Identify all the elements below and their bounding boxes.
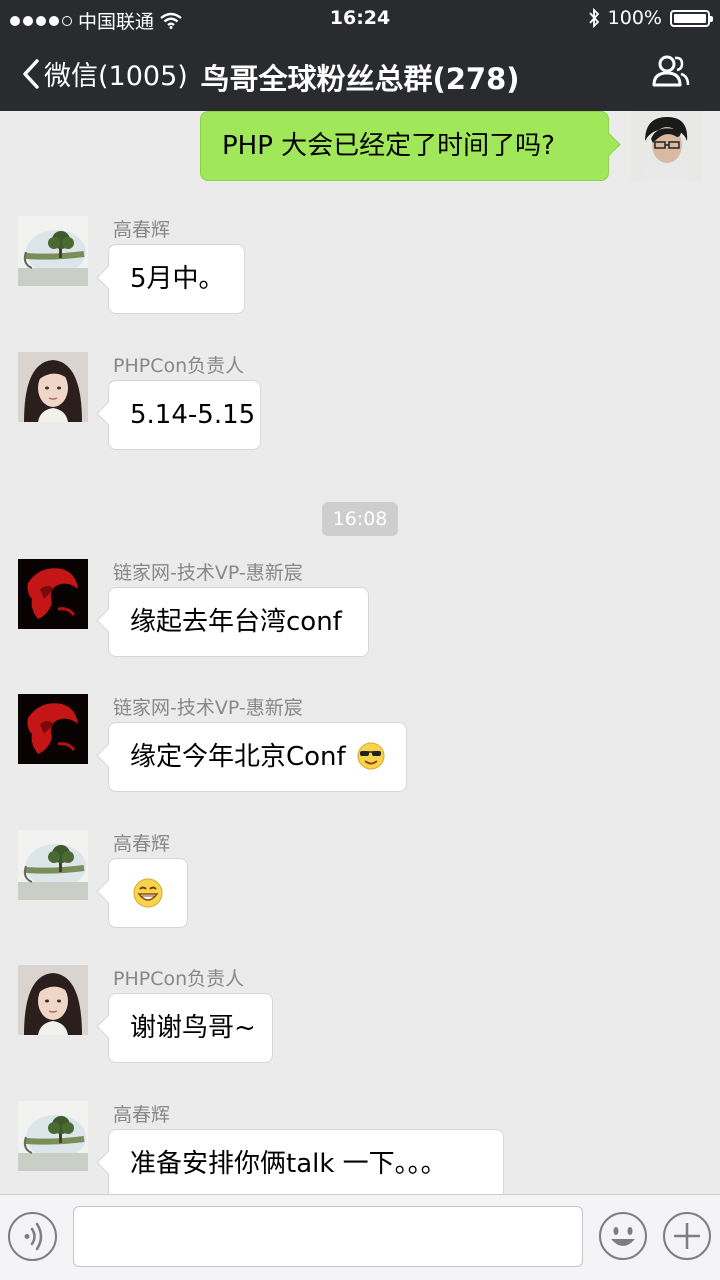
sender-name: 高春辉 xyxy=(113,833,171,855)
voice-button[interactable] xyxy=(8,1212,57,1261)
message-bubble[interactable]: 谢谢鸟哥~ xyxy=(108,993,273,1063)
avatar[interactable] xyxy=(631,111,701,181)
chat-title: 鸟哥全球粉丝总群(278) xyxy=(200,62,520,96)
battery-icon xyxy=(670,9,713,27)
message-bubble[interactable]: 5.14-5.15 xyxy=(108,380,261,450)
avatar[interactable] xyxy=(18,352,88,422)
avatar[interactable] xyxy=(18,216,88,286)
bluetooth-icon xyxy=(588,8,599,28)
message-text: 缘定今年北京Conf xyxy=(130,742,346,772)
avatar[interactable] xyxy=(18,559,88,629)
avatar[interactable] xyxy=(18,830,88,900)
battery-percent: 100% xyxy=(607,7,662,29)
message-bubble[interactable]: 5月中。 xyxy=(108,244,245,314)
avatar[interactable] xyxy=(18,1101,88,1171)
message-text: 准备安排你俩talk 一下。。。 xyxy=(130,1149,447,1179)
message-text: 缘起去年台湾conf xyxy=(130,607,342,637)
my-message-bubble[interactable]: PHP 大会已经定了时间了吗? xyxy=(200,111,609,181)
battery-fill xyxy=(674,13,706,23)
grin-emoji-icon xyxy=(133,878,163,908)
message-input[interactable] xyxy=(73,1206,583,1267)
message-text: 5.14-5.15 xyxy=(130,400,256,430)
sender-name: PHPCon负责人 xyxy=(113,968,245,990)
emoji-icon[interactable] xyxy=(598,1211,648,1261)
sender-name: 高春辉 xyxy=(113,1104,171,1126)
sender-name: 高春辉 xyxy=(113,219,171,241)
sender-name: PHPCon负责人 xyxy=(113,355,245,377)
chat-list[interactable]: PHP 大会已经定了时间了吗? 高春辉 5月中。 PHPCon负责人 5.14-… xyxy=(0,111,720,1194)
status-bar: 中国联通 16:24 100% xyxy=(0,0,720,36)
contacts-icon[interactable] xyxy=(652,54,690,88)
avatar[interactable] xyxy=(18,965,88,1035)
message-bubble[interactable]: 缘定今年北京Conf xyxy=(108,722,407,792)
time-divider: 16:08 xyxy=(322,502,398,536)
plus-icon[interactable] xyxy=(662,1211,712,1261)
nav-bar: 微信(1005) 鸟哥全球粉丝总群(278) xyxy=(0,40,720,108)
message-text: 谢谢鸟哥~ xyxy=(130,1013,256,1043)
message-text: 5月中。 xyxy=(130,264,225,294)
message-bubble[interactable]: 缘起去年台湾conf xyxy=(108,587,369,657)
message-text: PHP 大会已经定了时间了吗? xyxy=(222,131,555,161)
message-bubble[interactable]: 准备安排你俩talk 一下。。。 xyxy=(108,1129,504,1194)
sender-name: 链家网-技术VP-惠新宸 xyxy=(113,562,303,584)
input-toolbar xyxy=(0,1194,720,1280)
sender-name: 链家网-技术VP-惠新宸 xyxy=(113,697,303,719)
cool-emoji-icon xyxy=(357,742,385,770)
voice-icon xyxy=(24,1222,43,1251)
top-bar: 中国联通 16:24 100% 微信(1005) 鸟哥全球粉丝总群(278) xyxy=(0,0,720,111)
message-bubble[interactable] xyxy=(108,858,188,928)
avatar[interactable] xyxy=(18,694,88,764)
